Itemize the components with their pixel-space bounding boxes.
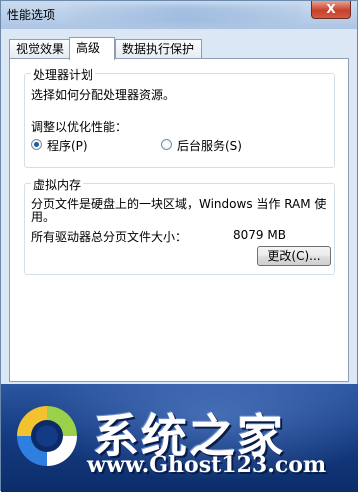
watermark-banner: 系统之家 www.Ghost123.com xyxy=(1,384,358,492)
processor-scheduling-description: 选择如何分配处理器资源。 xyxy=(31,88,176,102)
brand-url: www.Ghost123.com xyxy=(87,452,327,478)
close-button[interactable]: X xyxy=(311,1,351,19)
close-icon: X xyxy=(326,2,336,16)
tab-data-execution-prevention[interactable]: 数据执行保护 xyxy=(115,39,202,58)
change-button[interactable]: 更改(C)... xyxy=(257,246,331,266)
advanced-tab-panel: 处理器计划 选择如何分配处理器资源。 调整以优化性能： 程序(P) 后台服务(S… xyxy=(9,58,349,382)
processor-scheduling-group: 处理器计划 选择如何分配处理器资源。 调整以优化性能： 程序(P) 后台服务(S… xyxy=(24,66,335,168)
radio-background-services-button[interactable] xyxy=(161,139,172,150)
virtual-memory-description-line2: 用。 xyxy=(31,210,56,224)
virtual-memory-title: 虚拟内存 xyxy=(31,176,84,193)
virtual-memory-group: 虚拟内存 分页文件是硬盘上的一块区域，Windows 当作 RAM 使 用。 所… xyxy=(24,176,335,275)
title-bar-blur xyxy=(71,5,301,25)
virtual-memory-description-line1: 分页文件是硬盘上的一块区域，Windows 当作 RAM 使 xyxy=(31,197,327,211)
total-paging-file-value: 8079 MB xyxy=(233,228,286,242)
radio-programs-label: 程序(P) xyxy=(47,139,88,153)
total-paging-file-label: 所有驱动器总分页文件大小： xyxy=(31,230,188,244)
radio-background-services[interactable]: 后台服务(S) xyxy=(161,137,311,153)
adjust-performance-label: 调整以优化性能： xyxy=(31,120,128,134)
radio-programs-button[interactable] xyxy=(31,139,42,150)
processor-scheduling-title: 处理器计划 xyxy=(31,66,96,83)
window-title: 性能选项 xyxy=(7,8,56,22)
brand-logo-icon xyxy=(17,406,77,466)
performance-options-window: 性能选项 X 视觉效果 高级 数据执行保护 处理器计划 选择如何分配处理器资源。… xyxy=(0,0,358,492)
tab-advanced[interactable]: 高级 xyxy=(69,37,115,60)
tab-visual-effects[interactable]: 视觉效果 xyxy=(9,39,70,58)
radio-programs[interactable]: 程序(P) xyxy=(31,137,161,153)
title-bar: 性能选项 X xyxy=(1,1,357,29)
radio-background-services-label: 后台服务(S) xyxy=(177,139,242,153)
